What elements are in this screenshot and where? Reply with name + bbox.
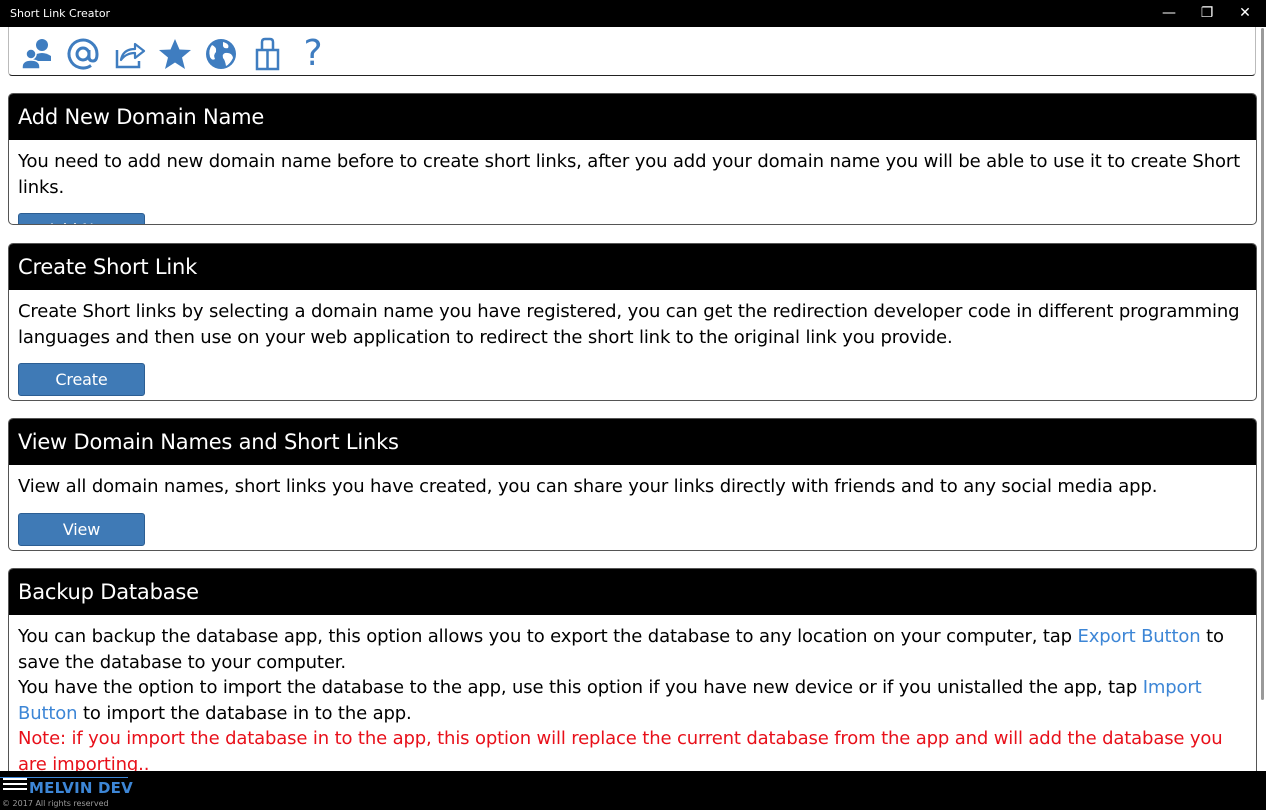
email-at-icon[interactable] <box>65 36 101 72</box>
menu-lines-icon <box>3 778 27 794</box>
backup-section: Backup Database You can backup the datab… <box>8 568 1257 788</box>
window-title: Short Link Creator <box>10 7 111 20</box>
contacts-icon[interactable] <box>19 36 55 72</box>
create-link-section: Create Short Link Create Short links by … <box>8 243 1257 401</box>
title-bar: Short Link Creator — ❐ ✕ <box>0 0 1266 27</box>
toolbar: ? <box>8 27 1256 76</box>
section-title: View Domain Names and Short Links <box>9 419 1256 465</box>
section-description: Create Short links by selecting a domain… <box>18 301 1240 348</box>
view-button[interactable]: View <box>18 512 145 546</box>
section-title: Backup Database <box>9 569 1256 615</box>
export-button-link[interactable]: Export Button <box>1078 626 1201 647</box>
import-warning-note: Note: if you import the database in to t… <box>18 728 1223 775</box>
copyright-text: © 2017 All rights reserved <box>2 799 109 808</box>
footer: MELVIN DEV <box>0 771 1266 810</box>
section-title: Create Short Link <box>9 244 1256 290</box>
gift-icon[interactable] <box>249 36 285 72</box>
share-icon[interactable] <box>111 36 147 72</box>
close-button[interactable]: ✕ <box>1222 0 1266 27</box>
create-button[interactable]: Create <box>18 363 145 396</box>
star-icon[interactable] <box>157 36 193 72</box>
add-domain-section: Add New Domain Name You need to add new … <box>8 93 1257 225</box>
export-paragraph: You can backup the database app, this op… <box>18 626 1224 673</box>
add-new-button[interactable]: Add New <box>18 213 145 224</box>
view-section: View Domain Names and Short Links View a… <box>8 418 1257 551</box>
brand-name: MELVIN DEV <box>29 779 133 797</box>
section-description: View all domain names, short links you h… <box>18 476 1158 497</box>
import-paragraph: You have the option to import the databa… <box>18 677 1202 724</box>
scrollbar[interactable] <box>1261 28 1264 700</box>
globe-icon[interactable] <box>203 36 239 72</box>
section-title: Add New Domain Name <box>9 94 1256 140</box>
section-description: You need to add new domain name before t… <box>18 151 1240 198</box>
help-icon[interactable]: ? <box>295 36 331 72</box>
